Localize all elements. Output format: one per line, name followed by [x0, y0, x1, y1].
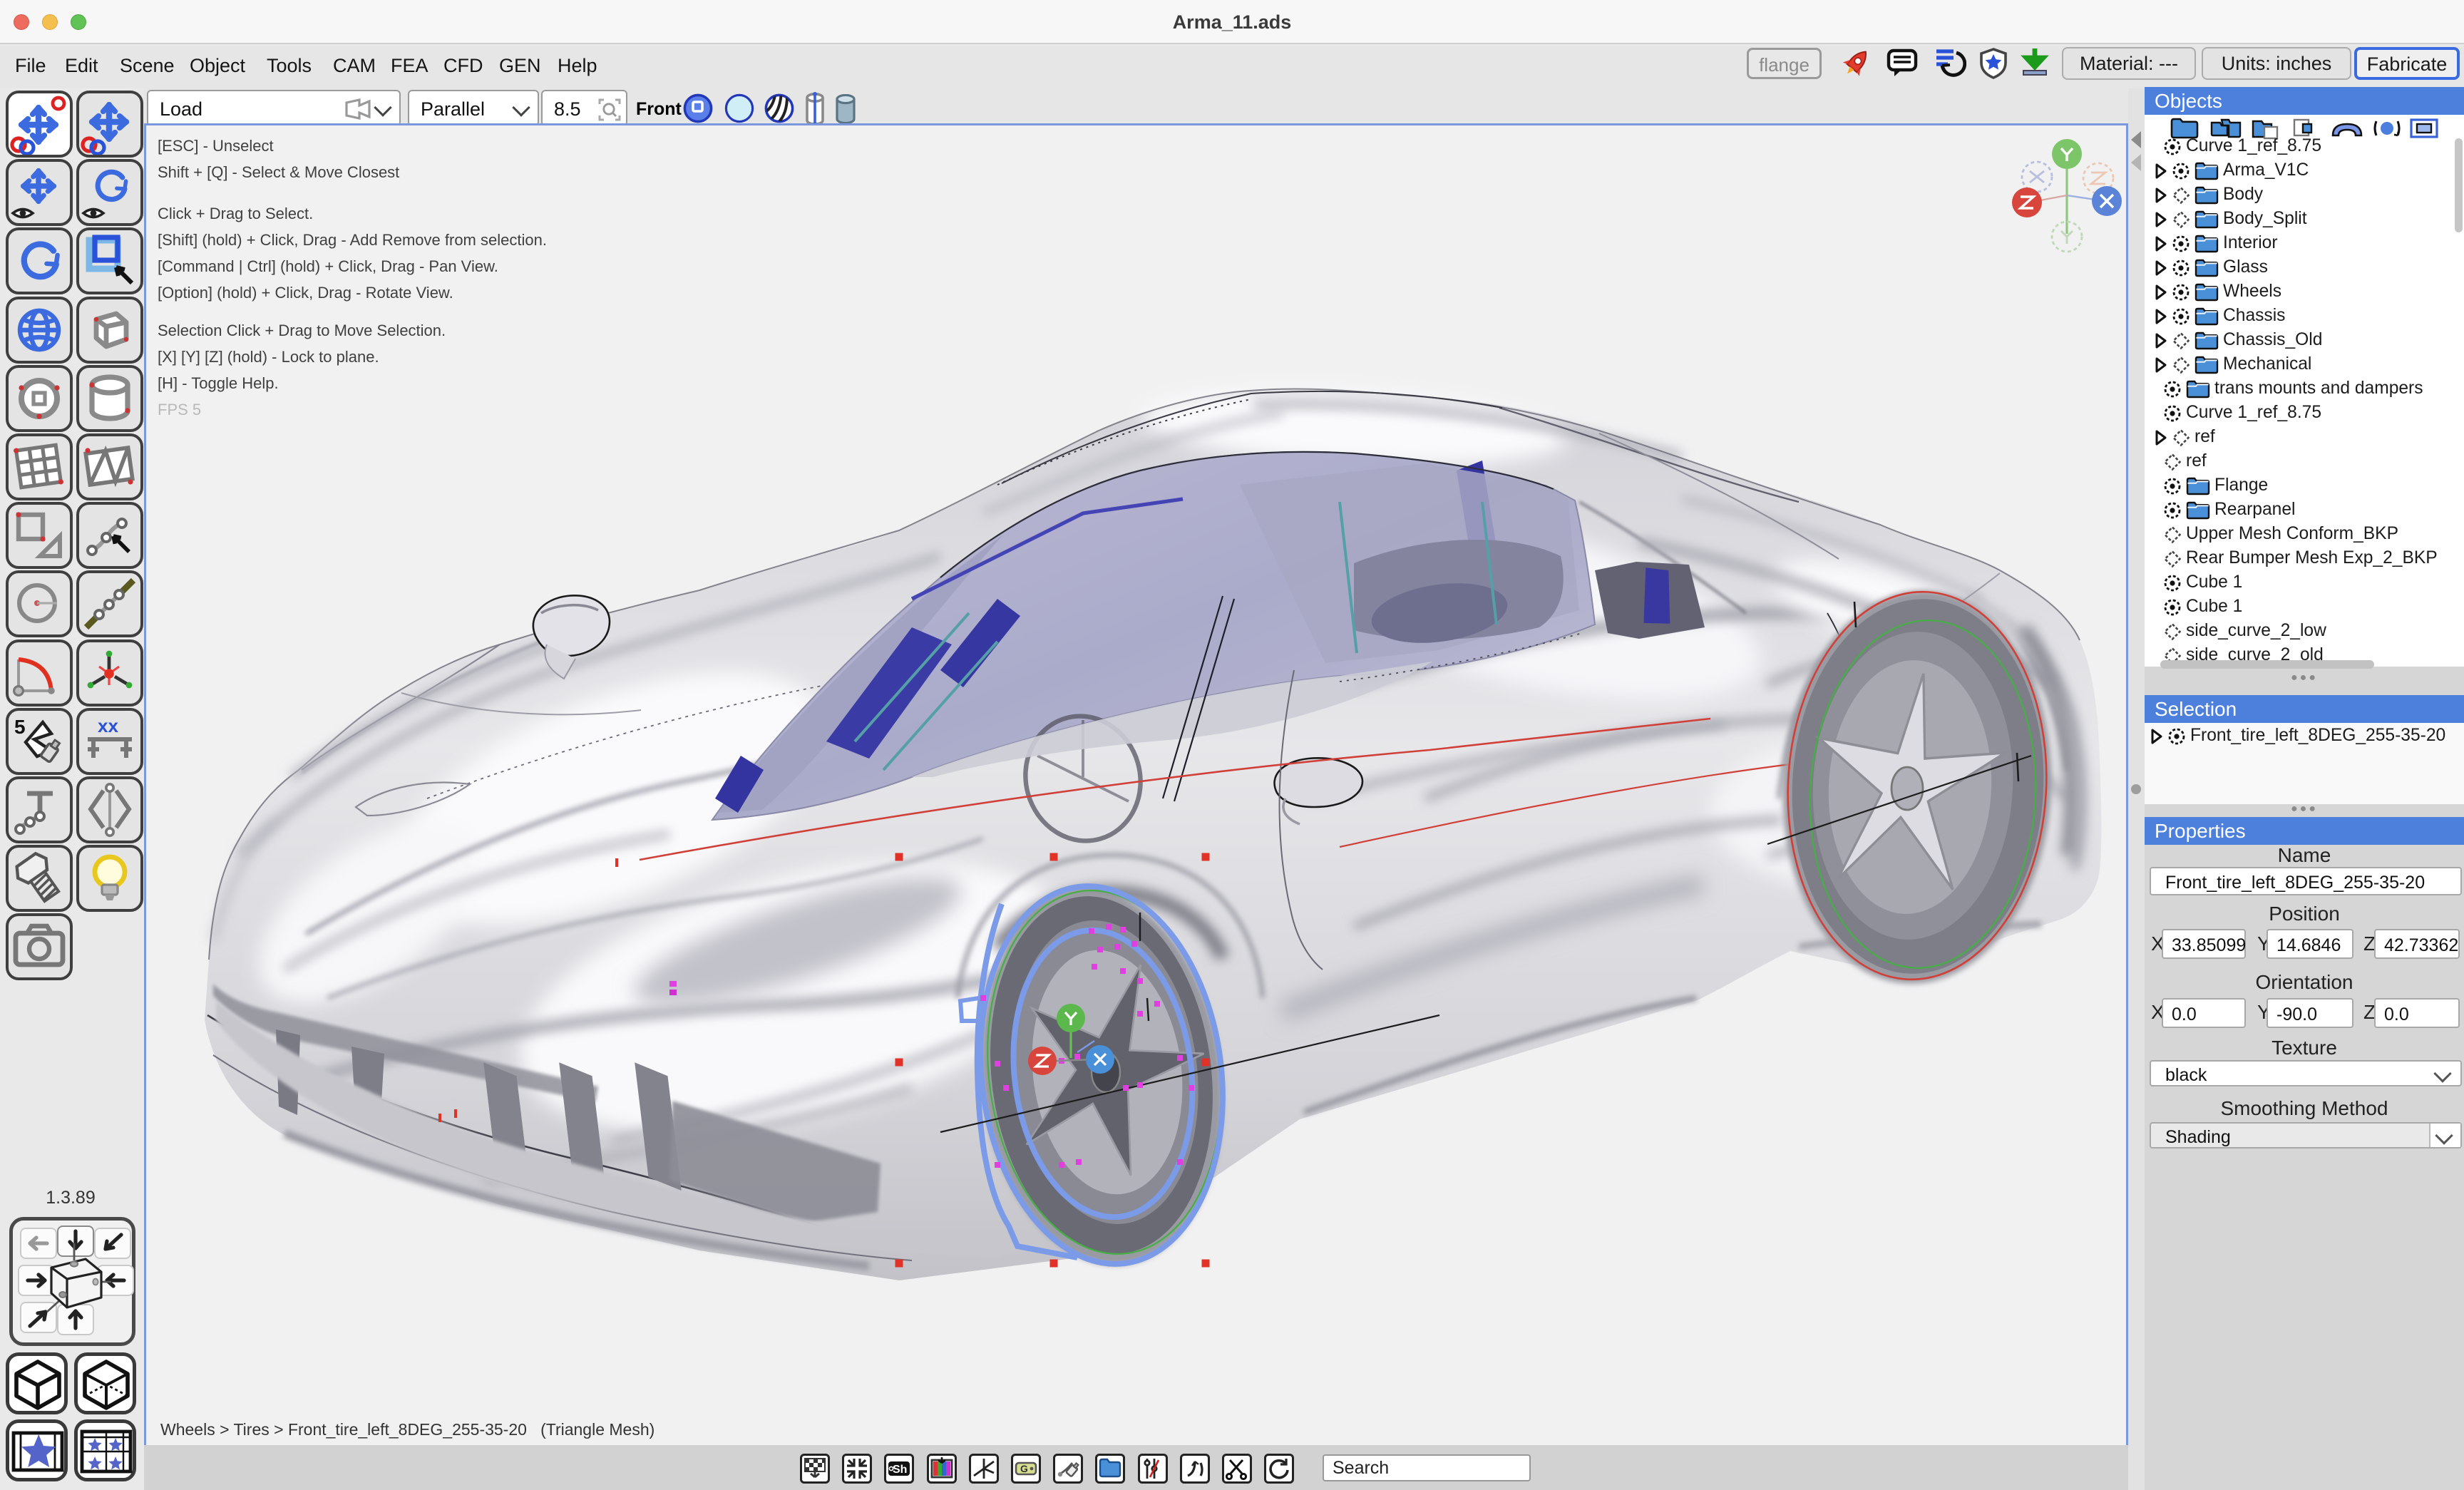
- svg-text:G: G: [1020, 1463, 1028, 1474]
- svg-text:5: 5: [14, 716, 26, 738]
- svg-text:Sh: Sh: [893, 1464, 907, 1476]
- svg-text:xx: xx: [98, 715, 118, 736]
